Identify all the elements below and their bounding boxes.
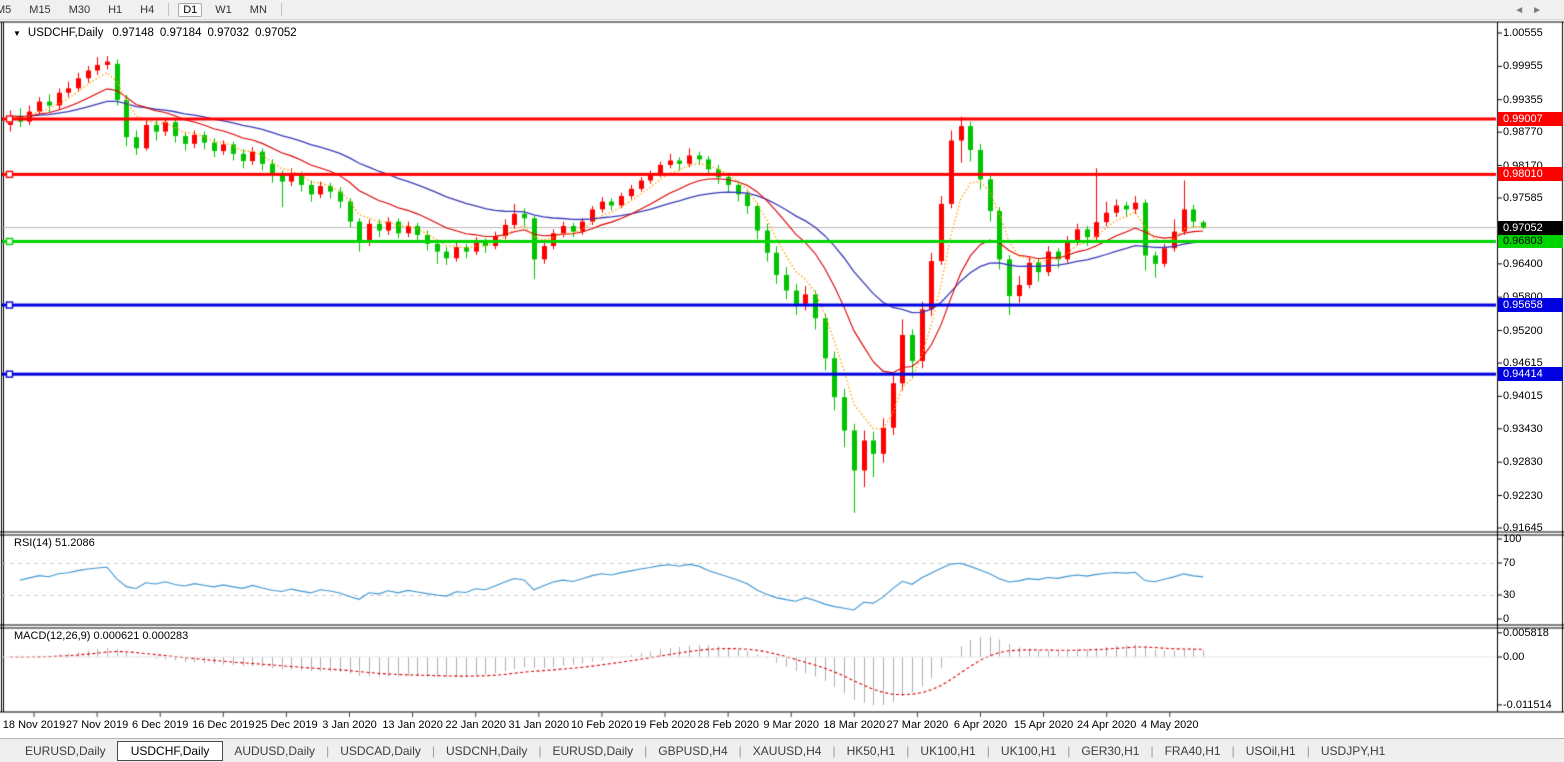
timeframe-button-h4[interactable]: H4 bbox=[135, 3, 159, 17]
current-price-badge: 0.97052 bbox=[1498, 221, 1563, 235]
date-axis-label: 22 Jan 2020 bbox=[445, 719, 506, 731]
price-axis-tick: 0.92830 bbox=[1503, 456, 1563, 468]
chart-tab-usoil-h1[interactable]: USOil,H1 bbox=[1235, 742, 1307, 760]
price-axis-tick: 0.98770 bbox=[1503, 126, 1563, 138]
tab-scroll-left-icon[interactable]: ◄ bbox=[1514, 5, 1532, 16]
date-axis-label: 13 Jan 2020 bbox=[382, 719, 443, 731]
ohlc-close: 0.97052 bbox=[255, 27, 297, 39]
rsi-axis-tick: 30 bbox=[1503, 589, 1563, 601]
date-axis-label: 27 Mar 2020 bbox=[887, 719, 949, 731]
date-axis-label: 19 Feb 2020 bbox=[634, 719, 696, 731]
date-axis-label: 3 Jan 2020 bbox=[322, 719, 376, 731]
price-axis-tick: 0.99955 bbox=[1503, 60, 1563, 72]
rsi-axis-tick: 0 bbox=[1503, 613, 1563, 625]
timeframe-button-m30[interactable]: M30 bbox=[64, 3, 95, 17]
chart-tab-eurusd-daily[interactable]: EURUSD,Daily bbox=[14, 742, 117, 760]
timeframe-button-m15[interactable]: M15 bbox=[24, 3, 55, 17]
macd-axis-tick: 0.005818 bbox=[1503, 627, 1563, 639]
price-axis-tick: 0.95200 bbox=[1503, 325, 1563, 337]
macd-indicator-label: MACD(12,26,9) 0.000621 0.000283 bbox=[14, 630, 188, 642]
tab-scroll-right-icon[interactable]: ► bbox=[1532, 5, 1550, 16]
mt4-window: M5 M15 M30 H1 H4 D1 W1 MN ▼ USDCHF,Daily 0.9714… bbox=[0, 0, 1564, 762]
date-axis-label: 28 Feb 2020 bbox=[697, 719, 759, 731]
date-axis-label: 31 Jan 2020 bbox=[509, 719, 570, 731]
symbol-label: USDCHF,Daily bbox=[28, 27, 103, 39]
chart-tab-bar: EURUSD,DailyUSDCHF,DailyAUDUSD,Daily|USD… bbox=[0, 738, 1564, 762]
chart-canvas[interactable] bbox=[0, 0, 1564, 762]
timeframe-toolbar: M5 M15 M30 H1 H4 D1 W1 MN bbox=[0, 0, 1564, 20]
price-level-badge: 0.98010 bbox=[1498, 167, 1563, 181]
chart-tab-gbpusd-h4[interactable]: GBPUSD,H4 bbox=[647, 742, 738, 760]
price-level-badge: 0.95658 bbox=[1498, 298, 1563, 312]
ohlc-open: 0.97148 bbox=[112, 27, 154, 39]
rsi-indicator-label: RSI(14) 51.2086 bbox=[14, 537, 95, 549]
chart-tab-ger30-h1[interactable]: GER30,H1 bbox=[1070, 742, 1150, 760]
price-axis-tick: 0.94015 bbox=[1503, 390, 1563, 402]
chart-tab-fra40-h1[interactable]: FRA40,H1 bbox=[1154, 742, 1232, 760]
price-axis-tick: 0.96400 bbox=[1503, 258, 1563, 270]
chart-tab-xauusd-h4[interactable]: XAUUSD,H4 bbox=[742, 742, 833, 760]
rsi-axis-tick: 70 bbox=[1503, 557, 1563, 569]
chart-tab-eurusd-daily[interactable]: EURUSD,Daily bbox=[541, 742, 644, 760]
price-level-badge: 0.96803 bbox=[1498, 234, 1563, 248]
toolbar-separator bbox=[281, 3, 282, 16]
price-axis-tick: 0.99355 bbox=[1503, 94, 1563, 106]
macd-axis-tick: -0.011514 bbox=[1503, 699, 1563, 711]
price-axis-tick: 0.97585 bbox=[1503, 192, 1563, 204]
chart-tab-usdjpy-h1[interactable]: USDJPY,H1 bbox=[1310, 742, 1396, 760]
price-level-badge: 0.99007 bbox=[1498, 112, 1563, 126]
collapse-triangle-icon[interactable]: ▼ bbox=[13, 29, 21, 38]
chart-tab-hk50-h1[interactable]: HK50,H1 bbox=[836, 742, 907, 760]
chart-tab-usdchf-daily[interactable]: USDCHF,Daily bbox=[117, 741, 224, 761]
chart-tab-usdcnh-daily[interactable]: USDCNH,Daily bbox=[435, 742, 538, 760]
price-axis-tick: 0.93430 bbox=[1503, 423, 1563, 435]
date-axis-label: 10 Feb 2020 bbox=[571, 719, 633, 731]
chart-tab-uk100-h1[interactable]: UK100,H1 bbox=[990, 742, 1067, 760]
chart-title: ▼ USDCHF,Daily 0.97148 0.97184 0.97032 0… bbox=[13, 27, 303, 39]
price-level-badge: 0.94414 bbox=[1498, 367, 1563, 381]
timeframe-button-d1[interactable]: D1 bbox=[178, 3, 202, 17]
price-axis-tick: 0.92230 bbox=[1503, 490, 1563, 502]
toolbar-separator bbox=[168, 3, 169, 16]
ohlc-low: 0.97032 bbox=[207, 27, 249, 39]
ohlc-high: 0.97184 bbox=[160, 27, 202, 39]
macd-axis-tick: 0.00 bbox=[1503, 651, 1563, 663]
date-axis-label: 18 Nov 2019 bbox=[3, 719, 65, 731]
date-axis-label: 18 Mar 2020 bbox=[823, 719, 885, 731]
chart-tab-uk100-h1[interactable]: UK100,H1 bbox=[909, 742, 986, 760]
date-axis-label: 9 Mar 2020 bbox=[763, 719, 819, 731]
date-axis-label: 15 Apr 2020 bbox=[1014, 719, 1073, 731]
date-axis-label: 27 Nov 2019 bbox=[66, 719, 128, 731]
timeframe-button-w1[interactable]: W1 bbox=[210, 3, 237, 17]
timeframe-button-m5[interactable]: M5 bbox=[0, 3, 16, 17]
timeframe-button-h1[interactable]: H1 bbox=[103, 3, 127, 17]
chart-tab-usdcad-daily[interactable]: USDCAD,Daily bbox=[329, 742, 432, 760]
price-axis-tick: 1.00555 bbox=[1503, 27, 1563, 39]
date-axis-label: 6 Dec 2019 bbox=[132, 719, 188, 731]
date-axis-label: 6 Apr 2020 bbox=[954, 719, 1007, 731]
date-axis-label: 4 May 2020 bbox=[1141, 719, 1198, 731]
timeframe-button-mn[interactable]: MN bbox=[245, 3, 272, 17]
rsi-axis-tick: 100 bbox=[1503, 533, 1563, 545]
tab-scroll-arrows: ◄► bbox=[1514, 5, 1550, 16]
date-axis-label: 25 Dec 2019 bbox=[255, 719, 317, 731]
date-axis-label: 16 Dec 2019 bbox=[192, 719, 254, 731]
chart-tab-audusd-daily[interactable]: AUDUSD,Daily bbox=[223, 742, 326, 760]
date-axis-label: 24 Apr 2020 bbox=[1077, 719, 1136, 731]
